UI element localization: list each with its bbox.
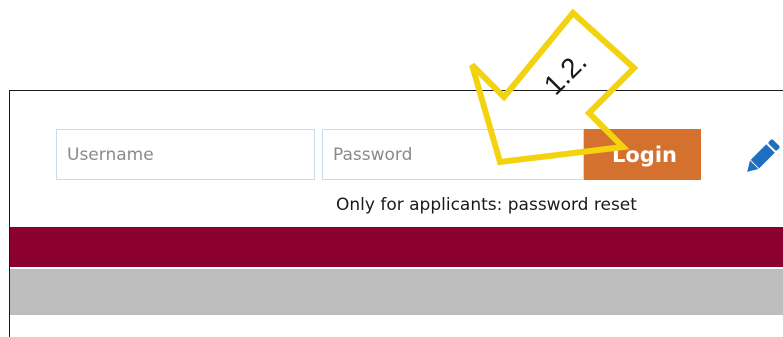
page: Login Only for applicants: password rese… [0, 0, 783, 337]
subheader-band [10, 269, 783, 315]
username-input[interactable] [56, 129, 315, 180]
login-button[interactable]: Login [584, 129, 701, 180]
screenshot-frame: Login Only for applicants: password rese… [9, 90, 783, 337]
password-reset-link[interactable]: Only for applicants: password reset [336, 195, 637, 215]
header-band [10, 227, 783, 267]
login-bar: Login Only for applicants: password rese… [10, 91, 783, 226]
password-input[interactable] [322, 129, 584, 180]
pencil-icon[interactable] [742, 135, 782, 179]
